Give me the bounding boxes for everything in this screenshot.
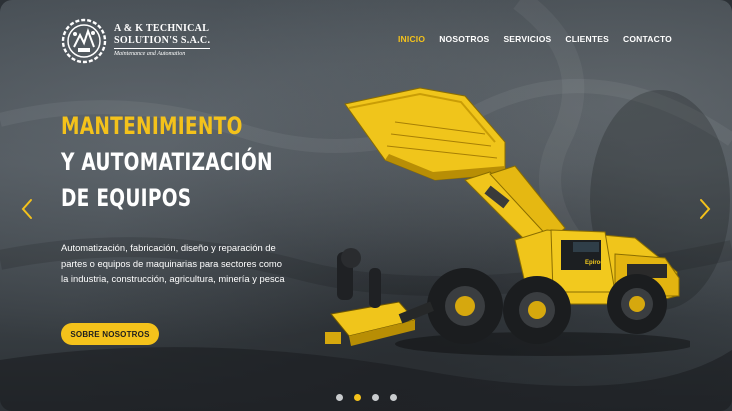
hero-description: Automatización, fabricación, diseño y re… <box>61 242 285 284</box>
main-nav: INICIO NOSOTROS SERVICIOS CLIENTES CONTA… <box>398 34 672 44</box>
logo-tagline: Maintenance and Automation <box>114 51 186 57</box>
hero-title-line1: MANTENIMIENTO <box>61 112 243 140</box>
hero-slider: A & K TECHNICAL SOLUTION'S S.A.C. Mainte… <box>0 0 732 411</box>
logo-name-line1: A & K TECHNICAL <box>114 23 210 34</box>
remote-control-unit <box>325 248 434 346</box>
slide-dot-3[interactable] <box>372 394 379 401</box>
nav-item-contacto[interactable]: CONTACTO <box>623 34 672 44</box>
hero-title: MANTENIMIENTO Y AUTOMATIZACIÓN DE EQUIPO… <box>61 108 307 216</box>
gear-circuit-emblem-icon <box>61 18 107 64</box>
nav-item-clientes[interactable]: CLIENTES <box>565 34 609 44</box>
loader-wheels <box>427 268 667 344</box>
slider-pagination <box>336 394 397 401</box>
slide-dot-1[interactable] <box>336 394 343 401</box>
hero-title-line2: Y AUTOMATIZACIÓN <box>61 148 273 176</box>
about-us-button[interactable]: SOBRE NOSOTROS <box>61 323 159 345</box>
logo-wordmark: A & K TECHNICAL SOLUTION'S S.A.C. Mainte… <box>114 23 211 59</box>
nav-item-inicio[interactable]: INICIO <box>398 34 425 44</box>
company-logo[interactable]: A & K TECHNICAL SOLUTION'S S.A.C. Mainte… <box>60 14 220 68</box>
logo-name-line2: SOLUTION'S S.A.C. <box>114 35 211 49</box>
nav-item-nosotros[interactable]: NOSOTROS <box>439 34 489 44</box>
machine-brand-label: Epiroc <box>585 260 604 266</box>
chevron-left-icon[interactable] <box>20 198 34 220</box>
slide-dot-4[interactable] <box>390 394 397 401</box>
nav-item-servicios[interactable]: SERVICIOS <box>503 34 551 44</box>
hero-title-line3: DE EQUIPOS <box>61 184 192 212</box>
slide-dot-2[interactable] <box>354 394 361 401</box>
chevron-right-icon[interactable] <box>698 198 712 220</box>
mining-loader-image: Epiroc <box>325 87 690 356</box>
